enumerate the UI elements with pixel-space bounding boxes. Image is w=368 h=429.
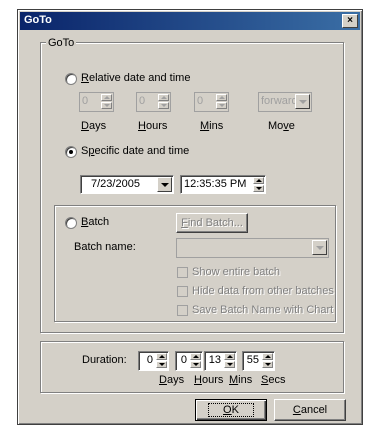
batch-radio[interactable] [65, 217, 77, 229]
window-title: GoTo [24, 14, 52, 26]
hours-label: Hours [138, 120, 168, 132]
batch-name-label: Batch name: [74, 241, 136, 253]
relative-days-spinner: 0 [79, 92, 114, 112]
goto-dialog: GoTo × GoTo Relative date and time 0 0 0… [17, 9, 363, 425]
relative-hours-value: 0 [139, 95, 146, 107]
chevron-down-icon [295, 94, 310, 109]
relative-mins-spinner: 0 [194, 92, 229, 112]
duration-secs-value: 55 [246, 354, 259, 366]
spinner-arrows-icon[interactable] [224, 353, 235, 369]
spinner-arrows-icon[interactable] [156, 353, 167, 369]
duration-secs-label: Secs [261, 374, 286, 386]
relative-mins-value: 0 [197, 95, 204, 107]
date-value: 7/23/2005 [91, 178, 140, 190]
relative-radio-label[interactable]: Relative date and time [81, 72, 190, 84]
show-entire-checkbox[interactable] [177, 267, 188, 278]
mins-label: Mins [200, 120, 224, 132]
chevron-down-icon [312, 240, 327, 255]
time-spinner-icon[interactable] [253, 177, 264, 193]
find-batch-button[interactable]: Find Batch... [176, 213, 248, 233]
duration-secs-spinner[interactable]: 55 [242, 351, 275, 371]
duration-label: Duration: [82, 354, 127, 366]
spinner-arrows-icon[interactable] [190, 353, 201, 369]
direction-select: forward [258, 92, 312, 112]
date-picker[interactable]: 7/23/2005 [80, 175, 174, 194]
spinner-arrows-icon[interactable] [262, 353, 273, 369]
hide-other-label: Hide data from other batches [192, 285, 334, 297]
duration-mins-label: Mins [229, 374, 253, 386]
specific-radio-label[interactable]: Specific date and time [81, 145, 189, 157]
title-bar[interactable]: GoTo × [20, 12, 360, 30]
time-value: 12:35:35 PM [184, 178, 247, 190]
close-button[interactable]: × [342, 14, 358, 28]
spinner-arrows-icon [158, 94, 169, 110]
duration-hours-label: Hours [194, 374, 224, 386]
duration-hours-value: 0 [180, 354, 187, 366]
relative-days-value: 0 [82, 95, 89, 107]
show-entire-label: Show entire batch [192, 266, 281, 278]
days-label: Days [81, 120, 107, 132]
duration-hours-spinner[interactable]: 0 [175, 351, 203, 371]
calendar-dropdown-icon[interactable] [157, 177, 172, 192]
save-name-label: Save Batch Name with Chart [192, 304, 334, 316]
batch-radio-label[interactable]: Batch [81, 216, 109, 228]
relative-radio[interactable] [65, 73, 77, 85]
relative-hours-spinner: 0 [136, 92, 171, 112]
batch-name-combo [176, 238, 329, 258]
save-name-checkbox[interactable] [177, 305, 188, 316]
duration-days-value: 0 [146, 354, 153, 366]
duration-days-spinner[interactable]: 0 [138, 351, 169, 371]
ok-button[interactable]: OK [195, 399, 267, 421]
direction-value: forward [261, 95, 298, 107]
goto-group-legend: GoTo [46, 37, 77, 49]
hide-other-checkbox[interactable] [177, 286, 188, 297]
duration-days-label: Days [159, 374, 185, 386]
cancel-button[interactable]: Cancel [274, 399, 346, 421]
duration-mins-value: 13 [208, 354, 221, 366]
spinner-arrows-icon [216, 94, 227, 110]
time-field[interactable]: 12:35:35 PM [180, 175, 266, 194]
move-label: Move [268, 120, 295, 132]
spinner-arrows-icon [101, 94, 112, 110]
duration-mins-spinner[interactable]: 13 [204, 351, 237, 371]
specific-radio[interactable] [65, 146, 77, 158]
